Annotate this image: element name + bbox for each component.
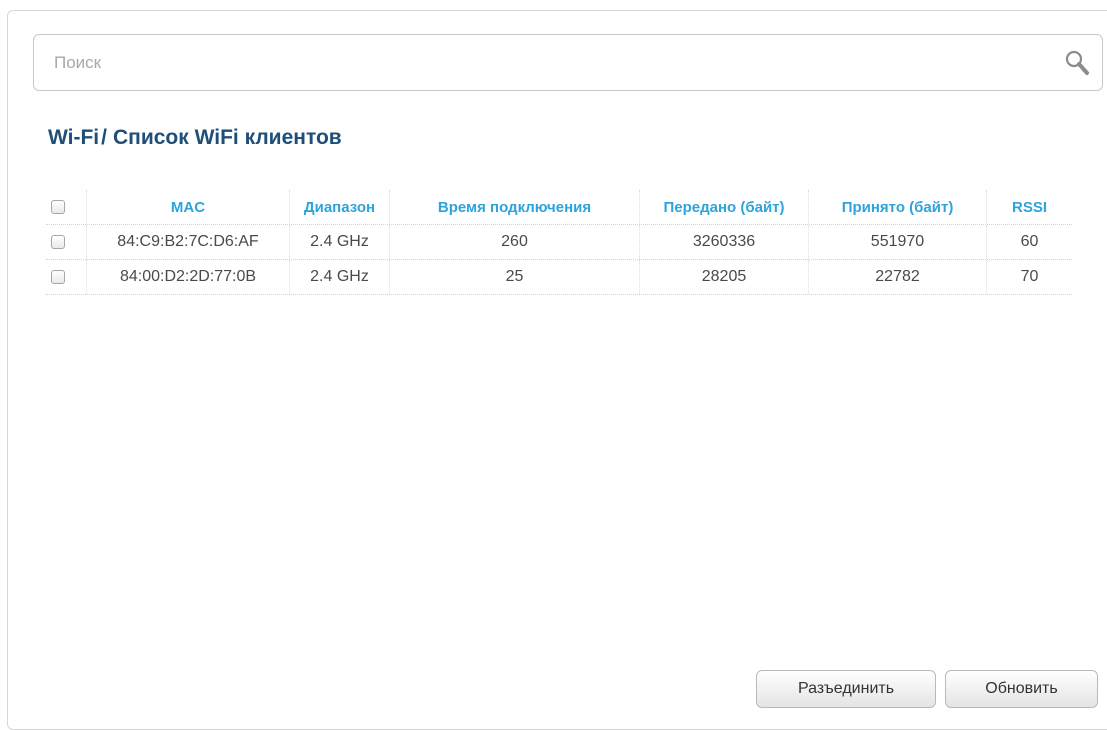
cell-sent: 28205 <box>640 260 809 294</box>
cell-band: 2.4 GHz <box>290 225 390 259</box>
cell-rssi: 70 <box>1020 268 1039 285</box>
column-header-rssi[interactable]: RSSI <box>987 190 1072 224</box>
column-header-connect-time[interactable]: Время подключения <box>390 190 640 224</box>
row-select-cell <box>46 260 87 294</box>
cell-mac: 84:00:D2:2D:77:0B <box>87 260 290 294</box>
row-checkbox[interactable] <box>51 270 65 284</box>
column-header-sent[interactable]: Передано (байт) <box>640 190 809 224</box>
breadcrumb-separator: / <box>101 126 107 149</box>
select-all-checkbox[interactable] <box>51 200 65 214</box>
cell-received: 551970 <box>809 225 987 259</box>
search-icon[interactable] <box>1062 48 1092 78</box>
disconnect-button[interactable]: Разъединить <box>756 670 936 708</box>
table-row[interactable]: 84:C9:B2:7C:D6:AF 2.4 GHz 260 3260336 55… <box>46 225 1072 260</box>
column-header-received[interactable]: Принято (байт) <box>809 190 987 224</box>
wifi-clients-table: MAC Диапазон Время подключения Передано … <box>46 190 1072 295</box>
select-all-cell <box>46 190 87 224</box>
column-header-mac[interactable]: MAC <box>87 190 290 224</box>
search-input[interactable] <box>54 35 1034 90</box>
cell-connect-time: 25 <box>390 260 640 294</box>
page-title: Wi-Fi/Список WiFi клиентов <box>48 126 342 150</box>
cell-sent: 3260336 <box>640 225 809 259</box>
cell-rssi: 60 <box>1020 233 1039 250</box>
cell-band: 2.4 GHz <box>290 260 390 294</box>
table-row[interactable]: 84:00:D2:2D:77:0B 2.4 GHz 25 28205 22782… <box>46 260 1072 295</box>
row-checkbox[interactable] <box>51 235 65 249</box>
table-header-row: MAC Диапазон Время подключения Передано … <box>46 190 1072 225</box>
search-box[interactable] <box>33 34 1103 91</box>
cell-mac: 84:C9:B2:7C:D6:AF <box>87 225 290 259</box>
column-header-band[interactable]: Диапазон <box>290 190 390 224</box>
breadcrumb-parent[interactable]: Wi-Fi <box>48 126 99 149</box>
cell-connect-time: 260 <box>390 225 640 259</box>
row-select-cell <box>46 225 87 259</box>
breadcrumb-current: Список WiFi клиентов <box>112 126 342 149</box>
refresh-button[interactable]: Обновить <box>945 670 1098 708</box>
cell-received: 22782 <box>809 260 987 294</box>
content-panel <box>7 10 1107 730</box>
